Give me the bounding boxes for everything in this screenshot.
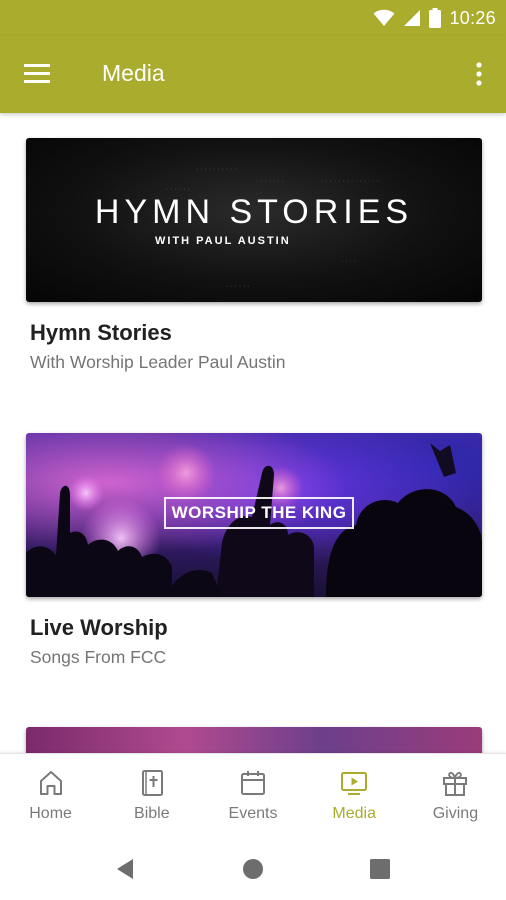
bottom-navigation: Home Bible Events Media Giving — [0, 753, 506, 836]
media-card-hymn-stories[interactable]: · · · · · · · · · · · · · · · · · · · · … — [26, 138, 482, 398]
nav-item-home[interactable]: Home — [0, 754, 101, 836]
app-bar: Media — [0, 36, 506, 113]
thumbnail-background-text: · · · · · · — [166, 186, 190, 193]
media-list: · · · · · · · · · · · · · · · · · · · · … — [0, 113, 506, 753]
home-circle-icon[interactable] — [238, 854, 268, 884]
status-bar: 10:26 — [0, 0, 506, 36]
more-vertical-icon[interactable] — [472, 60, 486, 90]
media-card-partial[interactable] — [26, 727, 482, 753]
wifi-icon — [373, 9, 395, 26]
nav-item-bible[interactable]: Bible — [101, 754, 202, 836]
hamburger-menu-icon[interactable] — [22, 60, 54, 88]
thumbnail-background-text: · · · · · · · — [256, 178, 284, 185]
bible-icon — [141, 770, 163, 796]
card-thumbnail[interactable]: WORSHIP THE KING — [26, 433, 482, 597]
thumbnail-subheading: WITH PAUL AUSTIN — [155, 235, 291, 247]
nav-label: Bible — [134, 805, 170, 822]
card-thumbnail[interactable]: · · · · · · · · · · · · · · · · · · · · … — [26, 138, 482, 302]
thumbnail-heading: WORSHIP THE KING — [171, 503, 347, 522]
nav-item-events[interactable]: Events — [202, 754, 303, 836]
nav-item-giving[interactable]: Giving — [405, 754, 506, 836]
calendar-icon — [241, 771, 265, 795]
signal-icon — [404, 10, 421, 26]
thumbnail-heading-frame: WORSHIP THE KING — [164, 497, 354, 529]
battery-icon — [429, 8, 442, 28]
status-icons: 10:26 — [373, 6, 496, 30]
thumbnail-background-text: · · · · · · · · · · — [196, 166, 237, 173]
page-title: Media — [102, 60, 165, 86]
home-icon — [39, 771, 62, 795]
status-time: 10:26 — [449, 7, 496, 28]
nav-label: Giving — [432, 805, 479, 822]
card-thumbnail[interactable] — [26, 727, 482, 753]
system-navigation-bar — [0, 836, 506, 900]
thumbnail-background-text: · · · · · · — [226, 283, 250, 290]
back-icon[interactable] — [111, 854, 141, 884]
nav-item-media[interactable]: Media — [304, 754, 405, 836]
nav-label: Home — [29, 805, 72, 822]
card-title: Hymn Stories — [30, 320, 172, 345]
media-card-live-worship[interactable]: WORSHIP THE KING Live Worship Songs From… — [26, 433, 482, 693]
card-title: Live Worship — [30, 615, 168, 640]
nav-label: Media — [332, 805, 376, 822]
thumbnail-heading: HYMN STORIES — [94, 193, 414, 231]
nav-label: Events — [228, 805, 278, 822]
thumbnail-background-text: · · · · · · · · · · · · · · — [321, 178, 379, 185]
card-subtitle: Songs From FCC — [30, 647, 167, 667]
recents-icon[interactable] — [365, 854, 395, 884]
media-play-icon — [341, 772, 368, 795]
thumbnail-background-text: · · · · — [341, 258, 357, 265]
gift-icon — [443, 771, 468, 796]
card-subtitle: With Worship Leader Paul Austin — [30, 352, 286, 372]
